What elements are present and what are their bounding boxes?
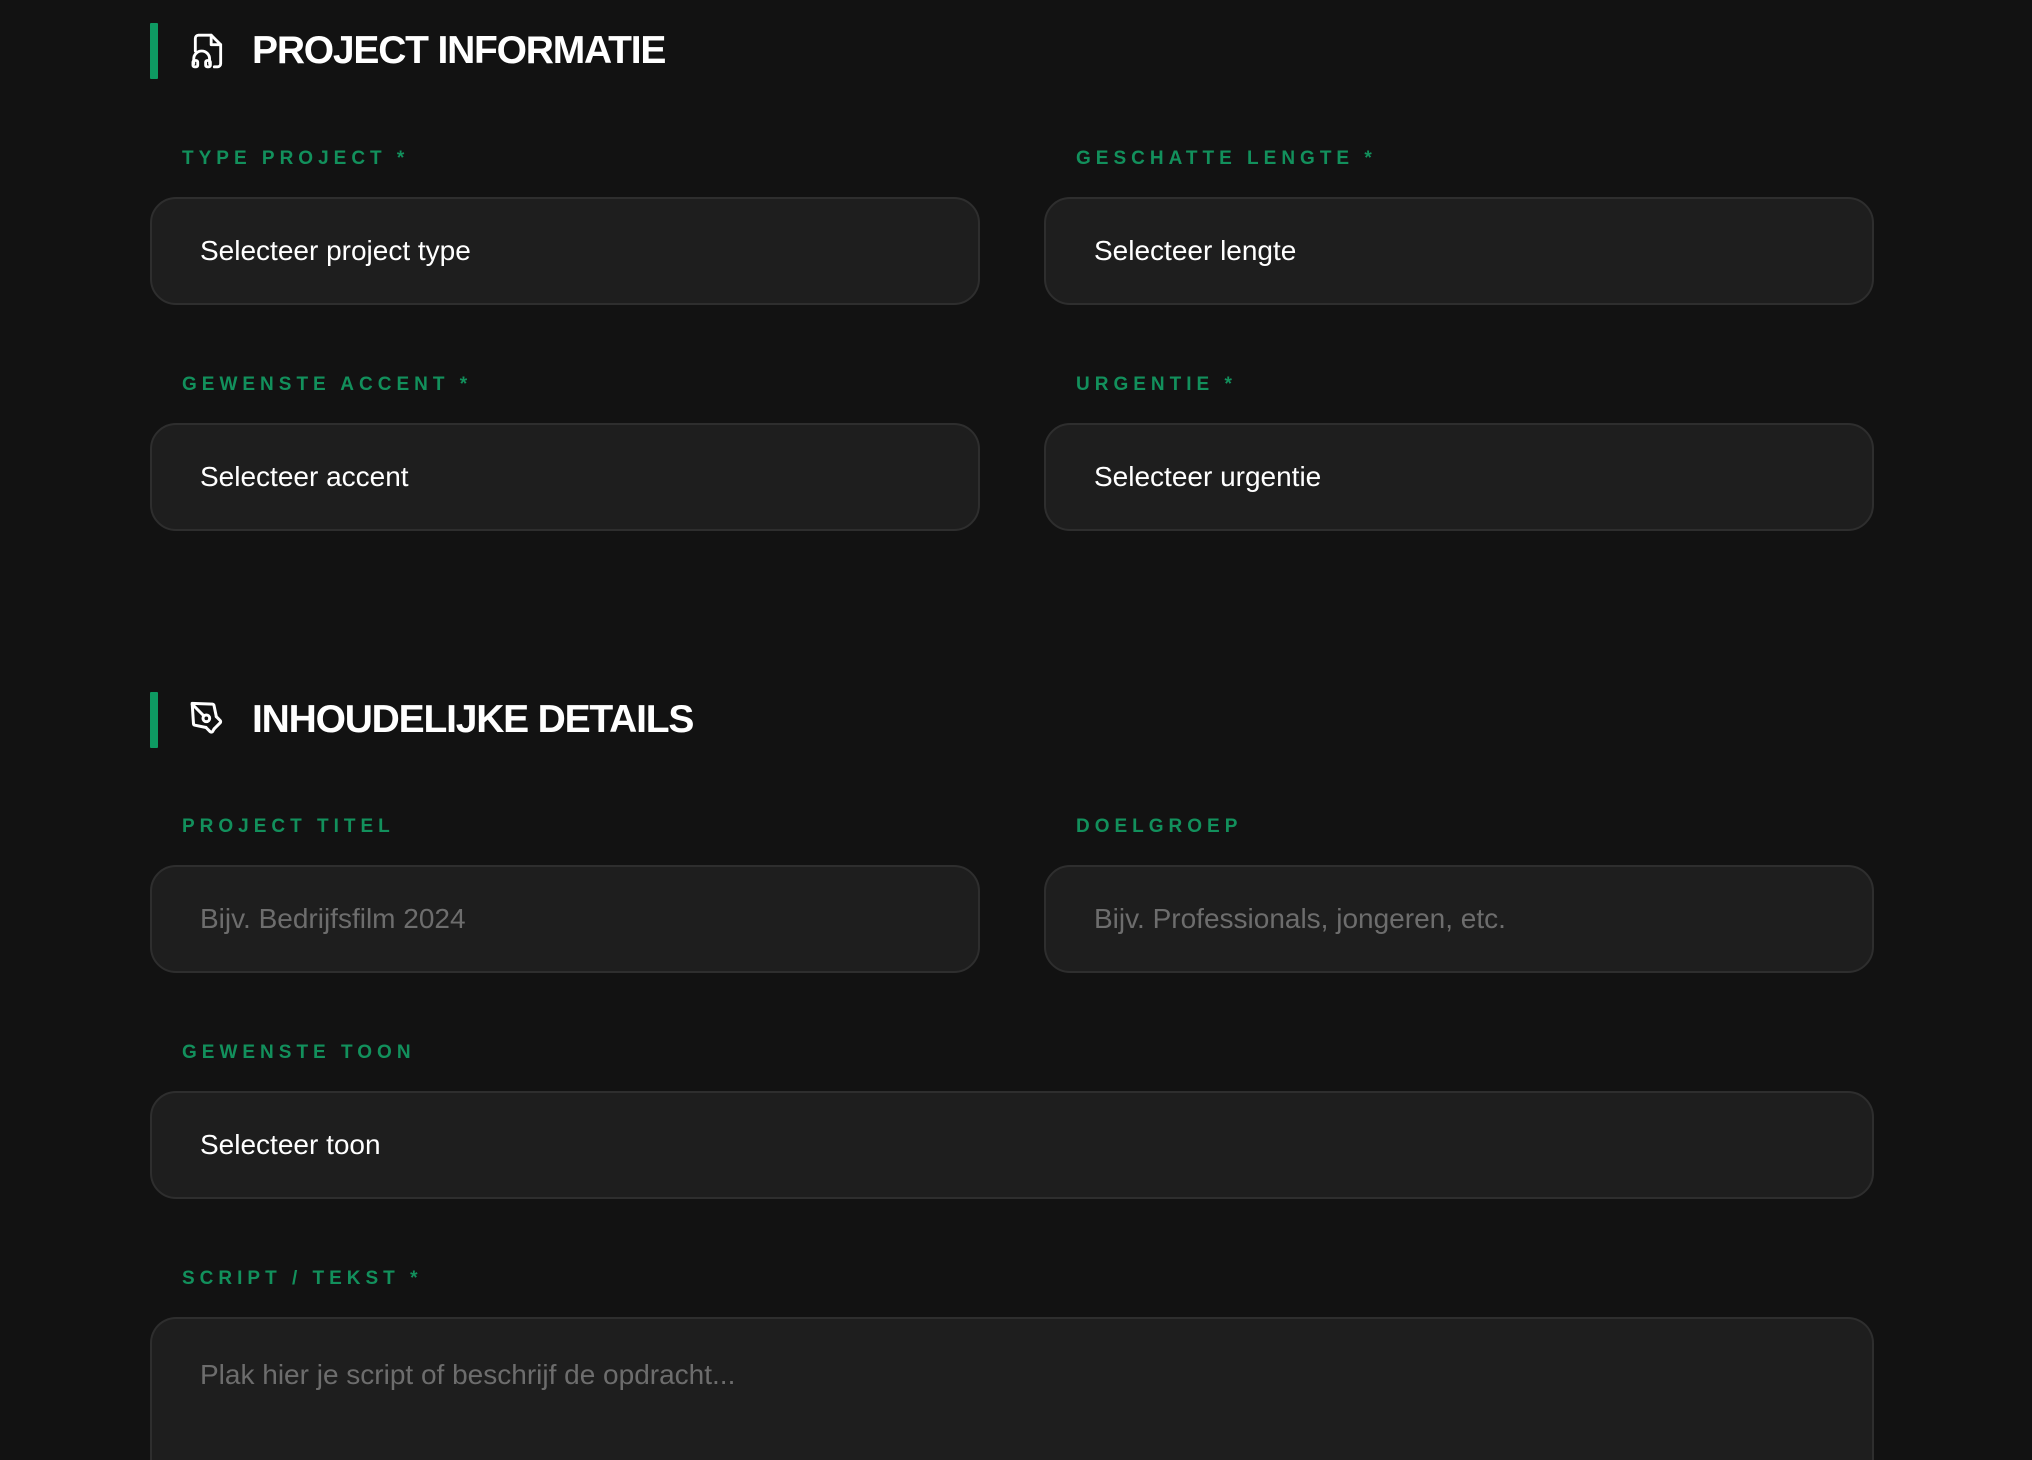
geschatte-lengte-value: Selecteer lengte: [1094, 235, 1297, 266]
type-project-value: Selecteer project type: [200, 235, 471, 266]
type-project-select[interactable]: Selecteer project type: [150, 197, 980, 305]
urgentie-value: Selecteer urgentie: [1094, 461, 1322, 492]
section-header-content-details: INHOUDELIJKE DETAILS: [150, 692, 694, 748]
geschatte-lengte-label: GESCHATTE LENGTE *: [1076, 148, 1377, 169]
geschatte-lengte-select[interactable]: Selecteer lengte: [1044, 197, 1874, 305]
project-titel-placeholder: Bijv. Bedrijfsfilm 2024: [200, 903, 466, 934]
gewenste-accent-select[interactable]: Selecteer accent: [150, 423, 980, 531]
gewenste-toon-label: GEWENSTE TOON: [182, 1042, 416, 1063]
project-titel-input[interactable]: Bijv. Bedrijfsfilm 2024: [150, 865, 980, 973]
urgentie-select[interactable]: Selecteer urgentie: [1044, 423, 1874, 531]
section-title: PROJECT INFORMATIE: [252, 29, 666, 72]
urgentie-label: URGENTIE *: [1076, 374, 1237, 395]
section-accent-bar: [150, 692, 158, 748]
doelgroep-label: DOELGROEP: [1076, 816, 1243, 837]
script-label: SCRIPT / TEKST *: [182, 1268, 423, 1289]
pen-tool-icon: [188, 700, 228, 740]
gewenste-toon-value: Selecteer toon: [200, 1129, 381, 1160]
type-project-label: TYPE PROJECT *: [182, 148, 410, 169]
gewenste-accent-label: GEWENSTE ACCENT *: [182, 374, 473, 395]
script-placeholder: Plak hier je script of beschrijf de opdr…: [200, 1359, 736, 1390]
gewenste-toon-select[interactable]: Selecteer toon: [150, 1091, 1874, 1199]
section-header-project-info: PROJECT INFORMATIE: [150, 23, 666, 79]
doelgroep-placeholder: Bijv. Professionals, jongeren, etc.: [1094, 903, 1506, 934]
script-textarea[interactable]: Plak hier je script of beschrijf de opdr…: [150, 1317, 1874, 1460]
project-titel-label: PROJECT TITEL: [182, 816, 395, 837]
gewenste-accent-value: Selecteer accent: [200, 461, 409, 492]
document-headphones-icon: [188, 31, 228, 71]
section-title: INHOUDELIJKE DETAILS: [252, 698, 694, 741]
section-accent-bar: [150, 23, 158, 79]
doelgroep-input[interactable]: Bijv. Professionals, jongeren, etc.: [1044, 865, 1874, 973]
request-form-page: PROJECT INFORMATIE TYPE PROJECT * Select…: [0, 0, 2032, 1460]
